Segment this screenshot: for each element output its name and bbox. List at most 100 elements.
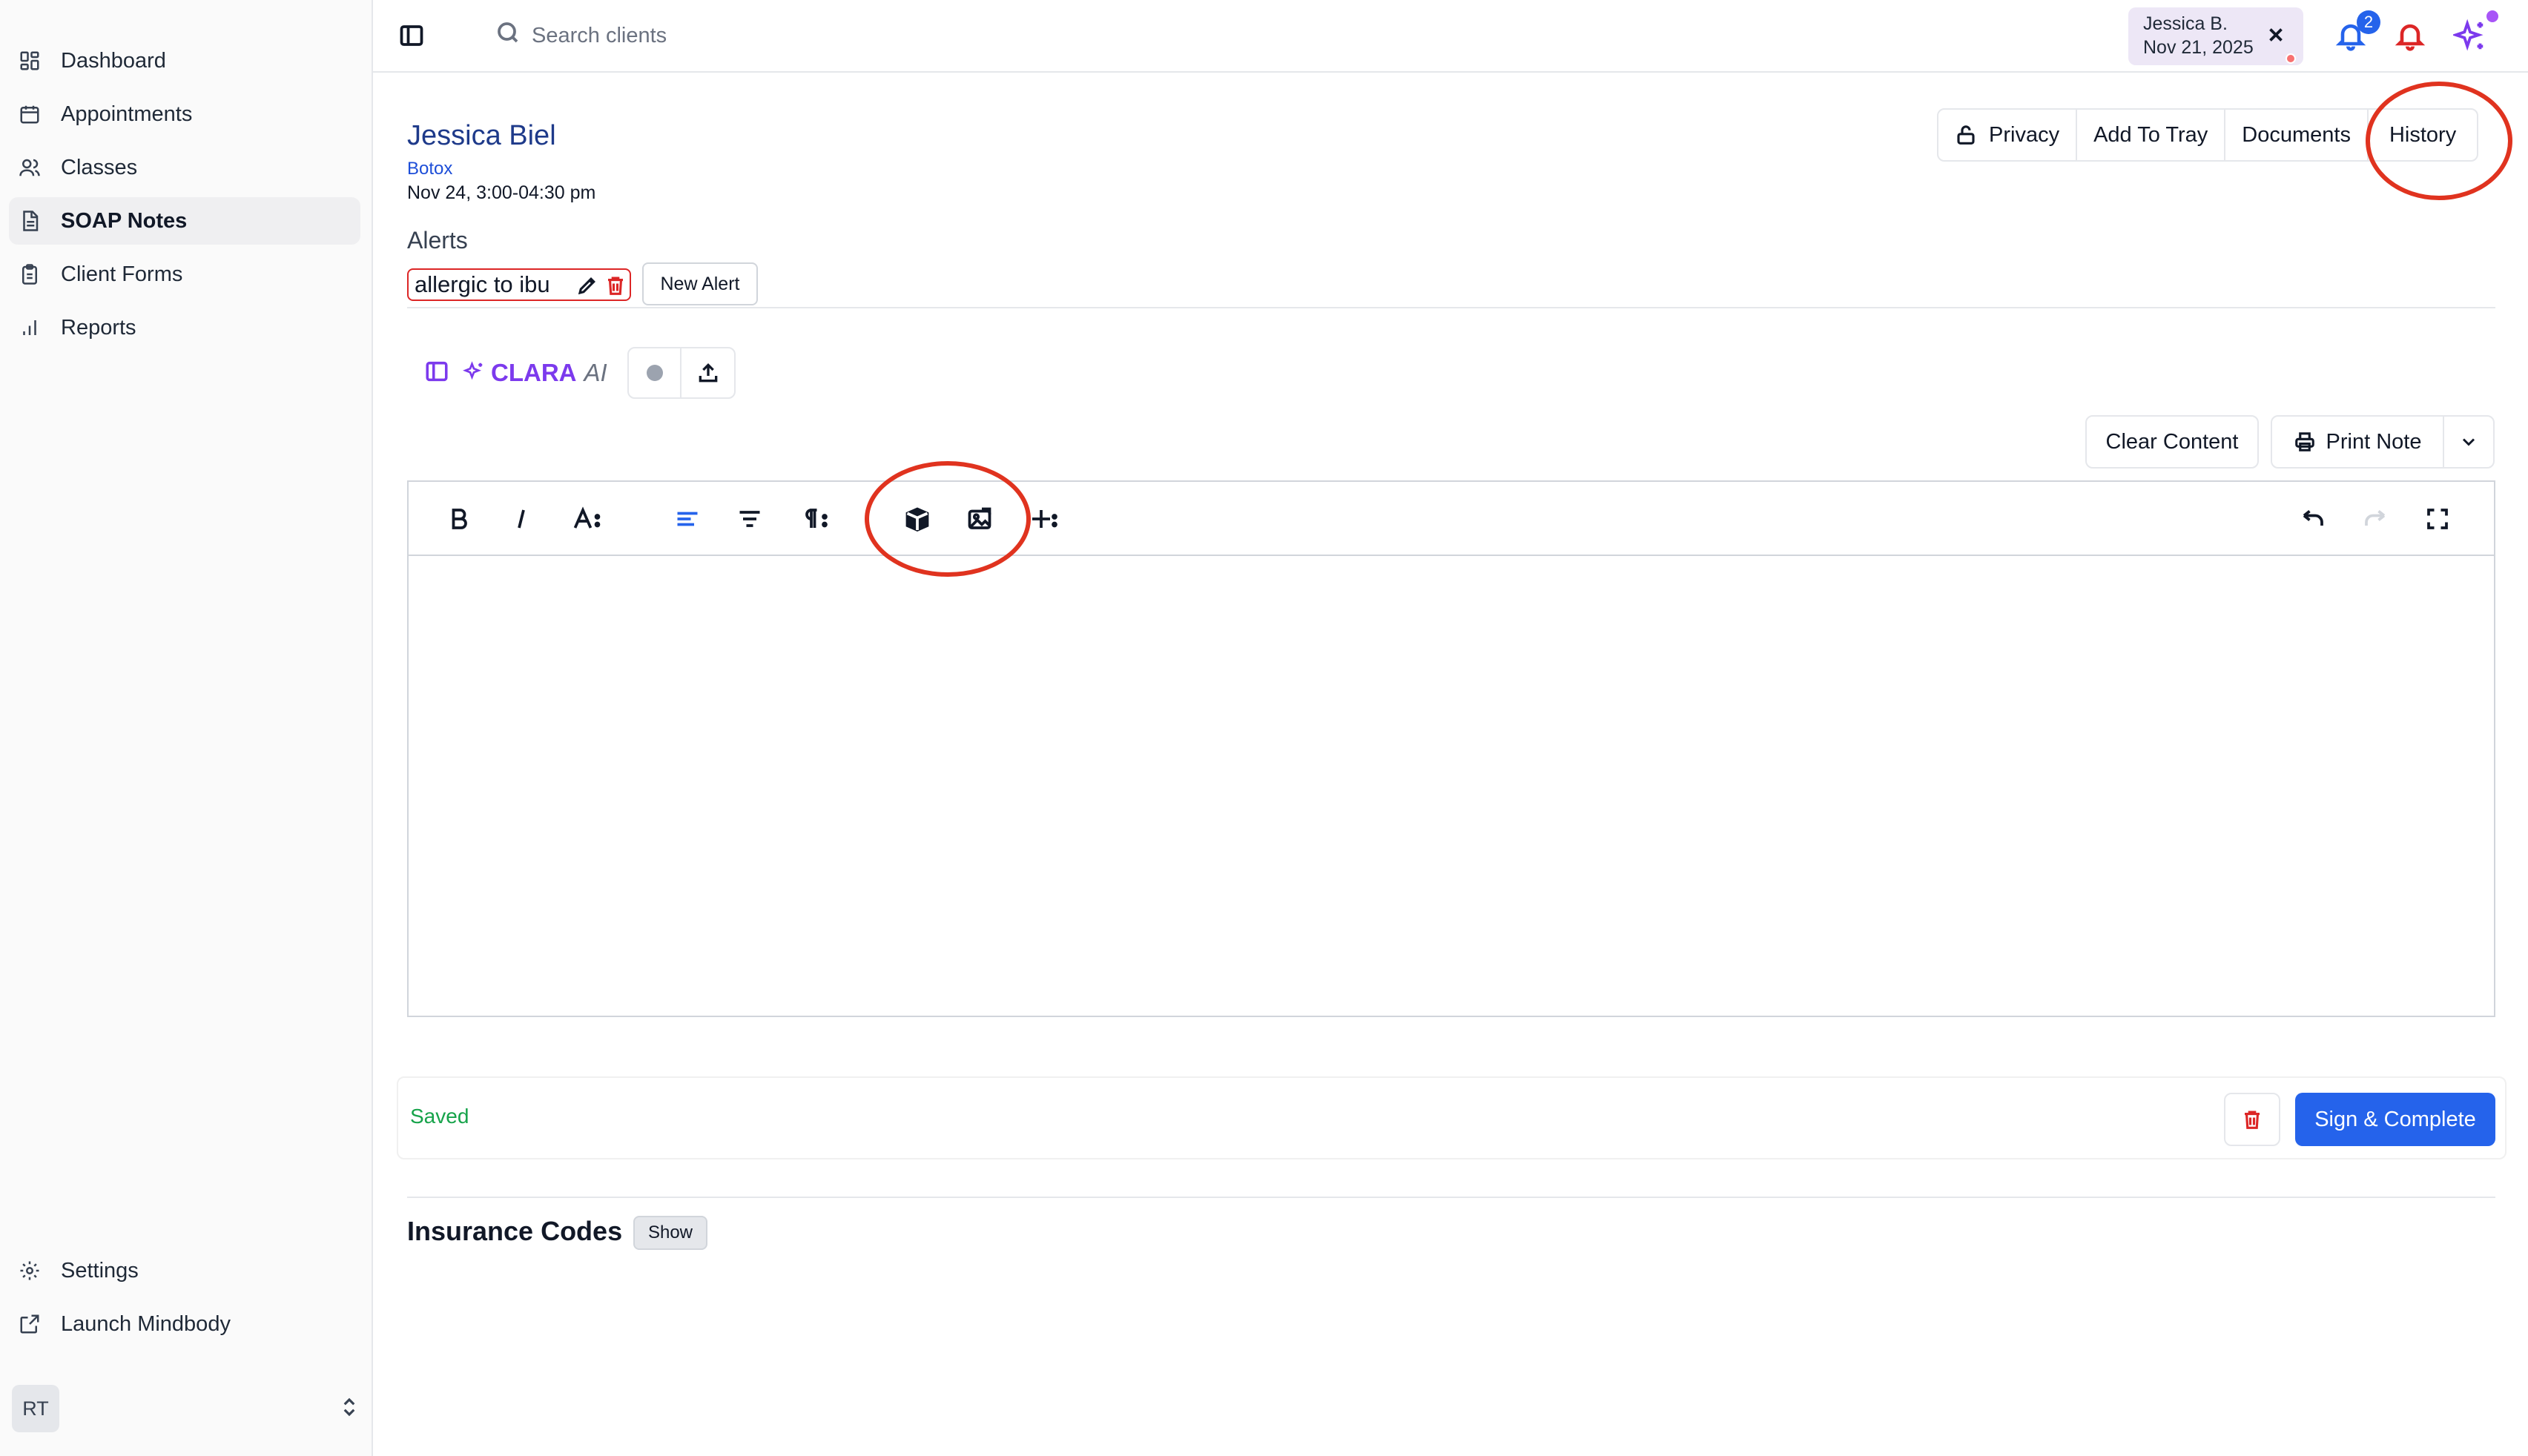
sidebar-item-label: Client Forms (61, 262, 183, 286)
chevrons-up-down-icon (338, 1396, 360, 1422)
ai-status-dot (2486, 10, 2498, 22)
alerts-heading: Alerts (407, 227, 468, 254)
sidebar-item-launch-mindbody[interactable]: Launch Mindbody (9, 1300, 360, 1348)
sidebar-item-label: Reports (61, 315, 136, 340)
divider (407, 1197, 2495, 1198)
upload-button[interactable] (681, 348, 734, 397)
active-client-chip[interactable]: Jessica B. Nov 21, 2025 (2128, 7, 2303, 65)
grid-icon (16, 47, 43, 74)
plus-icon (1032, 510, 1057, 528)
sidebar-item-settings[interactable]: Settings (9, 1247, 360, 1294)
ai-sparkle-icon[interactable] (2451, 19, 2487, 53)
privacy-button[interactable]: Privacy (1938, 110, 2078, 160)
documents-label: Documents (2242, 122, 2351, 147)
chip-date: Nov 21, 2025 (2143, 37, 2254, 58)
printer-icon (2294, 432, 2314, 451)
documents-button[interactable]: Documents (2225, 110, 2369, 160)
align-center-icon (739, 511, 760, 527)
print-note-label: Print Note (2326, 429, 2422, 454)
pencil-icon[interactable] (576, 274, 598, 297)
annotation-circle-toolbar (865, 461, 1031, 577)
panel-toggle-icon[interactable] (424, 359, 449, 388)
annotation-circle-history (2366, 82, 2512, 200)
users-icon (16, 154, 43, 181)
trash-icon (2245, 1111, 2260, 1129)
clara-ai-row: CLARA AI (424, 347, 607, 399)
divider (407, 307, 2495, 308)
add-to-tray-button[interactable]: Add To Tray (2077, 110, 2226, 160)
chip-client-name: Jessica B. (2143, 13, 2228, 34)
sidebar-item-dashboard[interactable]: Dashboard (9, 37, 360, 85)
fullscreen-icon (2427, 509, 2448, 529)
sidebar-item-label: Classes (61, 155, 138, 179)
close-icon[interactable] (2265, 24, 2287, 46)
unlock-icon (1957, 125, 1975, 145)
privacy-label: Privacy (1989, 122, 2060, 147)
sidebar-item-reports[interactable]: Reports (9, 304, 360, 351)
print-note-group: Print Note (2271, 415, 2495, 469)
delete-note-button[interactable] (2224, 1093, 2280, 1146)
print-note-button[interactable]: Print Note (2272, 417, 2444, 467)
editor-content-area[interactable] (409, 556, 2494, 1016)
sidebar-item-client-forms[interactable]: Client Forms (9, 251, 360, 298)
clipboard-icon (16, 261, 43, 288)
clara-label[interactable]: CLARA (491, 359, 576, 387)
align-left-button[interactable] (673, 504, 702, 534)
record-dot-icon (646, 365, 663, 381)
show-insurance-button[interactable]: Show (633, 1216, 707, 1250)
italic-button[interactable] (506, 504, 536, 534)
avatar: RT (12, 1385, 59, 1432)
record-upload-group (627, 347, 736, 399)
paragraph-button[interactable] (797, 504, 834, 534)
alert-chip: allergic to ibu (407, 268, 631, 301)
redo-icon (2365, 510, 2386, 526)
editor-toolbar (409, 482, 2494, 556)
note-footer: Saved Sign & Complete (397, 1076, 2506, 1159)
font-size-button[interactable] (569, 504, 610, 534)
search-placeholder: Search clients (532, 23, 667, 47)
align-center-button[interactable] (735, 504, 765, 534)
bold-button[interactable] (444, 504, 474, 534)
calendar-icon (16, 101, 43, 128)
client-name[interactable]: Jessica Biel (407, 120, 556, 152)
sidebar-item-label: SOAP Notes (61, 208, 188, 233)
sidebar-item-label: Appointments (61, 102, 193, 126)
alert-text: allergic to ibu (415, 271, 550, 297)
fullscreen-button[interactable] (2423, 504, 2452, 534)
paragraph-icon (805, 509, 828, 528)
search-icon (495, 19, 521, 52)
undo-button[interactable] (2298, 504, 2328, 534)
sidebar-item-classes[interactable]: Classes (9, 144, 360, 191)
notification-count-badge: 2 (2357, 10, 2380, 34)
insurance-codes-heading: Insurance Codes (407, 1216, 623, 1246)
sidebar-toggle-icon[interactable] (398, 22, 425, 49)
sidebar-item-label: Launch Mindbody (61, 1311, 231, 1336)
new-alert-button[interactable]: New Alert (642, 262, 758, 305)
clear-content-button[interactable]: Clear Content (2085, 415, 2259, 469)
add-to-tray-label: Add To Tray (2093, 122, 2208, 147)
sidebar-item-label: Dashboard (61, 48, 166, 73)
bold-icon (452, 509, 467, 529)
gear-icon (16, 1257, 43, 1284)
alert-bell-icon[interactable] (2394, 19, 2426, 52)
user-menu[interactable]: RT (12, 1385, 360, 1432)
trash-icon[interactable] (604, 274, 627, 297)
soap-note-editor (407, 480, 2495, 1017)
sidebar-item-appointments[interactable]: Appointments (9, 90, 360, 138)
sidebar: Dashboard Appointments Classes SOAP Note… (0, 0, 373, 1456)
chevron-down-icon (2462, 438, 2475, 446)
font-size-icon (573, 506, 601, 529)
align-left-icon (677, 512, 698, 526)
sign-complete-button[interactable]: Sign & Complete (2295, 1093, 2495, 1146)
sidebar-item-soap-notes[interactable]: SOAP Notes (9, 197, 360, 245)
redo-button[interactable] (2360, 504, 2390, 534)
service-name[interactable]: Botox (407, 159, 452, 179)
status-dot (2286, 53, 2296, 64)
insert-more-button[interactable] (1027, 504, 1064, 534)
record-button[interactable] (629, 348, 682, 397)
appointment-time: Nov 24, 3:00-04:30 pm (407, 182, 596, 203)
print-options-dropdown[interactable] (2444, 417, 2493, 467)
search-input[interactable]: Search clients (484, 19, 667, 52)
upload-icon (699, 363, 717, 383)
sidebar-item-label: Settings (61, 1258, 139, 1283)
